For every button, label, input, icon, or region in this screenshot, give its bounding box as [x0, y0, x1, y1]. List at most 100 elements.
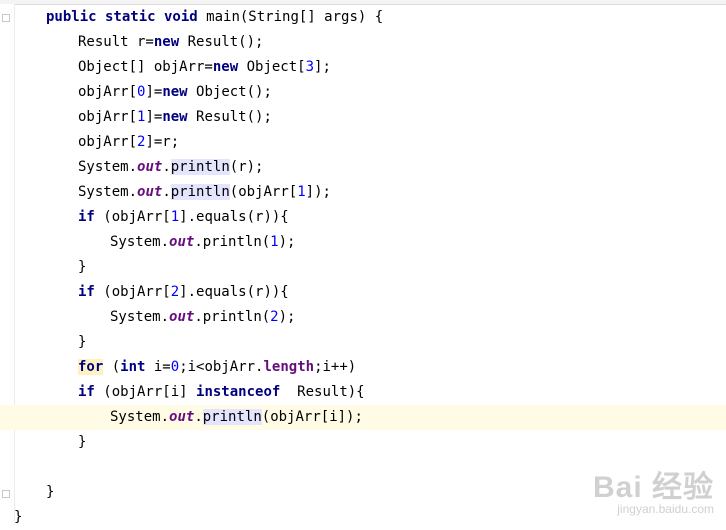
code-text: objArr[2]=r;: [78, 130, 179, 155]
code-text: }: [78, 255, 86, 280]
code-text: objArr[0]=new Object();: [78, 80, 272, 105]
code-token: ]);: [305, 184, 331, 200]
code-token: println: [170, 159, 230, 175]
code-token: Result();: [179, 34, 264, 50]
code-token: out: [169, 409, 195, 425]
code-token: System.: [110, 309, 170, 325]
code-token: main(String[] args) {: [206, 9, 384, 25]
code-token: System.: [78, 159, 138, 175]
code-text: System.out.println(1);: [110, 230, 295, 255]
code-token: 3: [305, 59, 315, 75]
code-line[interactable]: if (objArr[i] instanceof Result){: [0, 380, 726, 405]
code-token: println: [170, 184, 230, 200]
code-token: if: [78, 284, 95, 300]
code-token: }: [78, 334, 87, 350]
code-token: ]=r;: [145, 134, 180, 150]
code-token: ].equals(r)){: [179, 209, 289, 225]
code-token: );: [278, 234, 296, 250]
watermark-logo: Bai 经验: [592, 471, 714, 504]
code-text: }: [46, 480, 54, 505]
code-token: if: [78, 384, 95, 400]
code-token: new: [162, 84, 188, 100]
code-token: 1: [297, 184, 306, 200]
code-token: );: [278, 309, 296, 325]
code-token: int: [120, 359, 146, 375]
code-token: }: [46, 484, 55, 500]
code-token: objArr[: [78, 84, 138, 100]
code-token: (objArr[: [94, 284, 171, 300]
code-line-current[interactable]: System.out.println(objArr[i]);: [0, 405, 726, 430]
code-text: System.out.println(objArr[i]);: [110, 405, 363, 430]
code-token: .: [162, 159, 171, 175]
code-token: ]=: [145, 84, 163, 100]
code-token: public static void: [46, 9, 207, 25]
code-token: out: [137, 184, 163, 200]
code-token: System.: [78, 184, 138, 200]
code-token: Object();: [187, 84, 272, 100]
code-token: (: [103, 359, 121, 375]
code-text: if (objArr[1].equals(r)){: [78, 205, 289, 230]
code-token: objArr[: [78, 134, 138, 150]
code-token: .println(: [194, 309, 271, 325]
code-token: System.: [110, 409, 170, 425]
code-token: System.: [110, 234, 170, 250]
code-token: Result r=: [78, 34, 154, 50]
code-token: out: [137, 159, 163, 175]
code-token: }: [78, 259, 87, 275]
code-token: new: [162, 109, 188, 125]
code-text: System.out.println(objArr[1]);: [78, 180, 331, 205]
code-token: .: [194, 409, 203, 425]
code-token: ].equals(r)){: [179, 284, 289, 300]
code-line[interactable]: }: [0, 330, 726, 355]
code-token: Result();: [187, 109, 272, 125]
code-token: 1: [270, 234, 279, 250]
code-line[interactable]: objArr[2]=r;: [0, 130, 726, 155]
code-token: for: [78, 359, 104, 375]
code-line[interactable]: Object[] objArr=new Object[3];: [0, 55, 726, 80]
code-token: ];: [314, 59, 331, 75]
code-token: if: [78, 209, 95, 225]
code-line[interactable]: System.out.println(r);: [0, 155, 726, 180]
code-token: i=: [145, 359, 171, 375]
code-token: new: [153, 34, 180, 50]
code-line[interactable]: if (objArr[1].equals(r)){: [0, 205, 726, 230]
code-token: .: [162, 184, 171, 200]
code-text: for (int i=0;i<objArr.length;i++): [78, 355, 356, 380]
code-token: ;i++): [314, 359, 357, 375]
code-text: }: [78, 430, 86, 455]
code-text: System.out.println(2);: [110, 305, 295, 330]
code-line[interactable]: public static void main(String[] args) {: [0, 5, 726, 30]
code-token: println: [202, 409, 262, 425]
code-token: 0: [170, 359, 180, 375]
code-line[interactable]: }: [0, 430, 726, 455]
code-token: 2: [270, 309, 279, 325]
code-token: Object[: [238, 59, 306, 75]
code-token: (r);: [229, 159, 264, 175]
code-token: Result){: [280, 384, 365, 400]
code-text: public static void main(String[] args) {: [46, 5, 383, 30]
code-token: (objArr[i]: [94, 384, 197, 400]
code-line[interactable]: Result r=new Result();: [0, 30, 726, 55]
code-token: 2: [170, 284, 180, 300]
code-token: (objArr[i]);: [261, 409, 363, 425]
code-token: new: [212, 59, 239, 75]
code-token: 1: [170, 209, 180, 225]
code-token: }: [14, 509, 23, 525]
code-line[interactable]: System.out.println(1);: [0, 230, 726, 255]
code-token: ]=: [145, 109, 163, 125]
code-token: Object[] objArr=: [78, 59, 213, 75]
code-line[interactable]: }: [0, 255, 726, 280]
code-text: Object[] objArr=new Object[3];: [78, 55, 331, 80]
code-line[interactable]: objArr[1]=new Result();: [0, 105, 726, 130]
code-token: (objArr[: [94, 209, 171, 225]
code-line[interactable]: if (objArr[2].equals(r)){: [0, 280, 726, 305]
watermark: Bai 经验 jingyan.baidu.com: [593, 462, 714, 516]
code-line[interactable]: System.out.println(2);: [0, 305, 726, 330]
code-line[interactable]: for (int i=0;i<objArr.length;i++): [0, 355, 726, 380]
code-line[interactable]: objArr[0]=new Object();: [0, 80, 726, 105]
code-line[interactable]: System.out.println(objArr[1]);: [0, 180, 726, 205]
code-token: length: [263, 359, 315, 375]
code-token: objArr[: [78, 109, 138, 125]
code-text: System.out.println(r);: [78, 155, 263, 180]
code-text: if (objArr[i] instanceof Result){: [78, 380, 365, 405]
